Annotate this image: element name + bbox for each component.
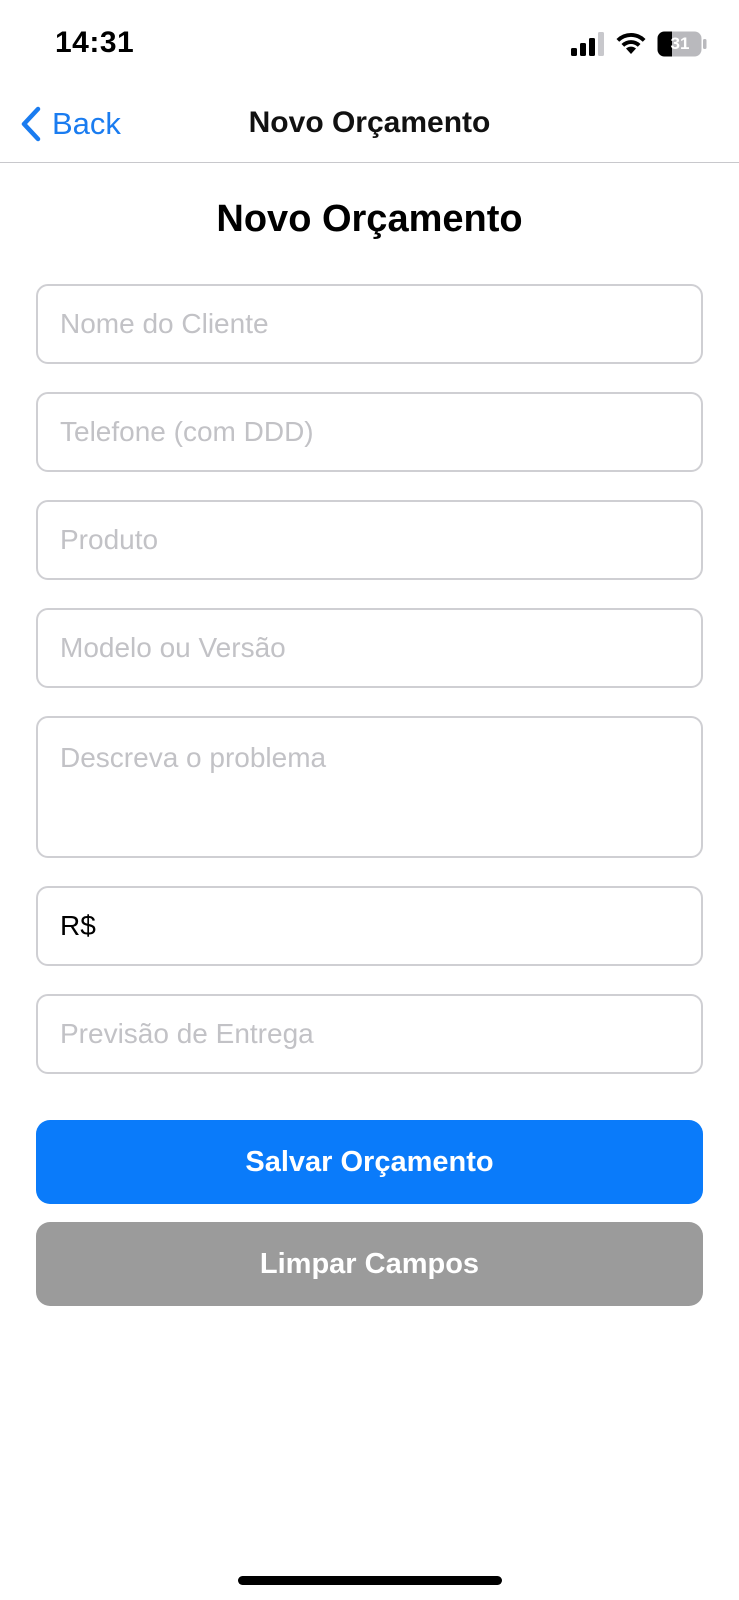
problem-description-field[interactable]: Descreva o problema (36, 716, 703, 858)
status-icons: 31 (571, 30, 707, 58)
nav-title: Novo Orçamento (248, 106, 491, 139)
model-placeholder: Modelo ou Versão (60, 632, 286, 663)
problem-placeholder: Descreva o problema (60, 742, 327, 773)
product-placeholder: Produto (60, 524, 159, 555)
page-title: Novo Orçamento (216, 198, 523, 240)
phone-placeholder: Telefone (com DDD) (60, 416, 314, 447)
delivery-placeholder: Previsão de Entrega (60, 1018, 314, 1049)
wifi-icon (616, 32, 646, 54)
signal-icon (571, 32, 604, 56)
battery-level: 31 (670, 34, 690, 53)
home-indicator[interactable] (238, 1576, 502, 1585)
client-name-field[interactable]: Nome do Cliente (36, 284, 703, 364)
battery-indicator: 31 (657, 31, 707, 57)
model-field[interactable]: Modelo ou Versão (36, 608, 703, 688)
screen: 14:31 31 Back Novo Orçamento Novo Orçame… (0, 0, 739, 1600)
product-field[interactable]: Produto (36, 500, 703, 580)
client-name-placeholder: Nome do Cliente (60, 308, 269, 339)
clear-fields-button[interactable]: Limpar Campos (36, 1222, 703, 1306)
status-time: 14:31 (55, 26, 135, 59)
delivery-estimate-field[interactable]: Previsão de Entrega (36, 994, 703, 1074)
save-quote-button[interactable]: Salvar Orçamento (36, 1120, 703, 1204)
phone-field[interactable]: Telefone (com DDD) (36, 392, 703, 472)
status-bar: 14:31 31 (0, 0, 739, 88)
price-field[interactable]: R$ (36, 886, 703, 966)
price-value: R$ (60, 910, 96, 941)
navigation-bar: Back Novo Orçamento (0, 88, 739, 163)
